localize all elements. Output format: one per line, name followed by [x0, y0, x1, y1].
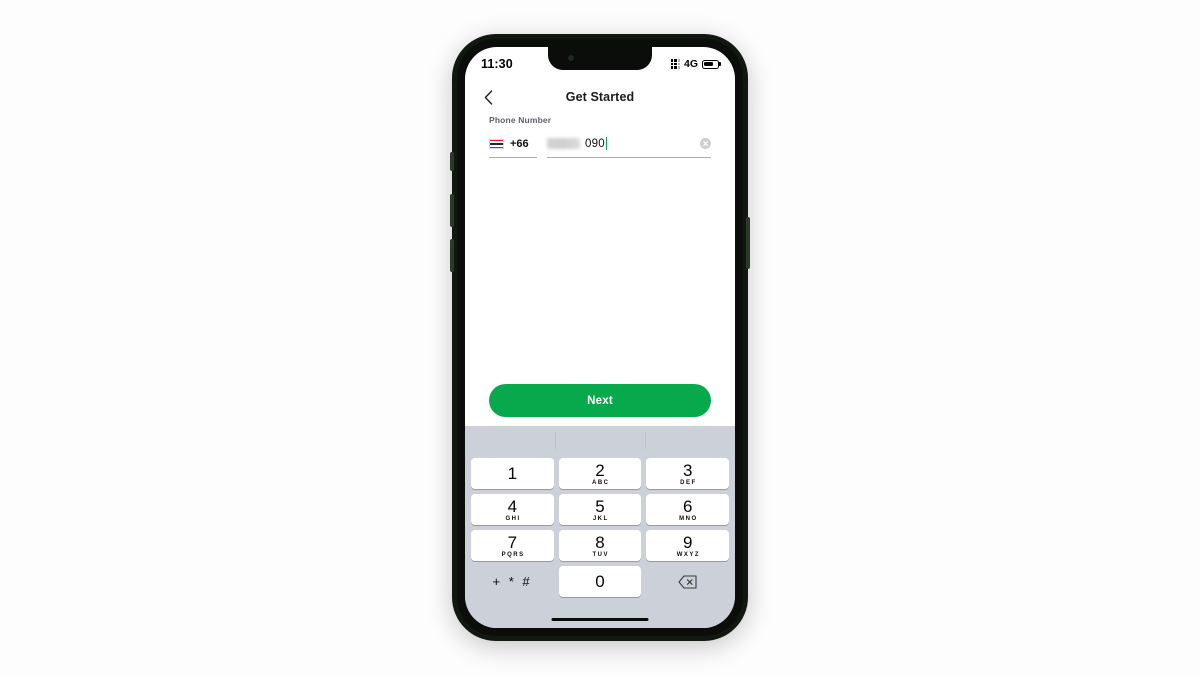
key-3[interactable]: 3 DEF	[646, 458, 730, 489]
key-6[interactable]: 6 MNO	[646, 494, 730, 525]
key-letters: ABC	[592, 479, 610, 486]
key-letters: GHI	[505, 515, 521, 522]
key-digit: 4	[507, 496, 518, 516]
silent-switch-button[interactable]	[450, 152, 454, 171]
keypad-row: 1 2 ABC 3 DEF	[468, 458, 732, 489]
key-digit: 8	[595, 532, 605, 552]
key-digit: 9	[682, 532, 693, 552]
notch	[548, 47, 652, 70]
page-title: Get Started	[565, 90, 635, 104]
predictive-divider	[555, 432, 556, 449]
front-camera-icon	[568, 55, 574, 61]
key-letters: DEF	[680, 479, 697, 486]
keypad: 1 2 ABC 3 DEF 4 GHI 5 JKL 6 MNO 7 PQRS 8…	[465, 455, 735, 597]
key-8[interactable]: 8 TUV	[558, 530, 642, 561]
phone-number-label: Phone Number	[489, 115, 552, 125]
navigation-bar: Get Started	[465, 79, 735, 115]
key-digit: 7	[507, 532, 518, 552]
clear-circle-icon[interactable]	[700, 138, 711, 149]
key-letters: JKL	[592, 515, 609, 522]
key-symbols[interactable]: + * #	[471, 566, 554, 597]
home-indicator	[551, 617, 649, 621]
key-letters: PQRS	[501, 551, 525, 558]
battery-icon	[702, 59, 721, 69]
keypad-row: + * # 0	[468, 566, 732, 597]
numeric-keyboard: 1 2 ABC 3 DEF 4 GHI 5 JKL 6 MNO 7 PQRS 8…	[465, 426, 735, 628]
status-indicators: 4G	[670, 56, 721, 70]
backspace-icon[interactable]	[646, 566, 729, 597]
chevron-left-icon[interactable]	[477, 86, 499, 108]
key-1[interactable]: 1	[471, 458, 554, 489]
predictive-divider	[645, 432, 646, 449]
key-digit: 6	[682, 496, 693, 516]
power-button[interactable]	[746, 217, 750, 269]
battery-fill	[704, 61, 713, 67]
keypad-row: 7 PQRS 8 TUV 9 WXYZ	[468, 530, 732, 561]
key-letters: TUV	[592, 551, 609, 558]
phone-number-input[interactable]: 090	[547, 137, 711, 158]
country-code-selector[interactable]: +66	[489, 138, 537, 158]
key-letters: MNO	[679, 515, 698, 522]
screenshot-canvas: 11:30 4G Get Started Phone Number +66 09…	[0, 0, 1200, 675]
key-9[interactable]: 9 WXYZ	[646, 530, 730, 561]
redacted-digits	[547, 138, 580, 149]
key-7[interactable]: 7 PQRS	[471, 530, 554, 561]
phone-device-frame: 11:30 4G Get Started Phone Number +66 09…	[450, 34, 750, 641]
key-2[interactable]: 2 ABC	[558, 458, 642, 489]
key-digit: 1	[507, 464, 518, 483]
key-digit: 3	[682, 460, 693, 480]
key-digit: 2	[595, 460, 605, 480]
thailand-flag-icon	[489, 139, 504, 149]
battery-cap	[719, 62, 721, 66]
country-code-value: +66	[510, 138, 529, 150]
keypad-row: 4 GHI 5 JKL 6 MNO	[468, 494, 732, 525]
phone-input-row: +66 090	[489, 137, 711, 158]
key-digit: 5	[595, 496, 605, 516]
key-symbols-label: + * #	[492, 574, 533, 589]
key-letters: WXYZ	[676, 551, 701, 558]
network-type-label: 4G	[683, 58, 698, 70]
predictive-text-bar[interactable]	[465, 426, 735, 455]
key-digit: 0	[595, 572, 605, 591]
phone-number-form: Phone Number +66 090	[465, 115, 735, 158]
key-0[interactable]: 0	[558, 566, 642, 597]
phone-screen: 11:30 4G Get Started Phone Number +66 09…	[465, 47, 735, 628]
volume-down-button[interactable]	[450, 239, 454, 272]
phone-number-value: 090	[585, 137, 605, 150]
signal-dots-icon	[670, 59, 680, 69]
key-4[interactable]: 4 GHI	[471, 494, 554, 525]
text-caret	[605, 137, 608, 150]
volume-up-button[interactable]	[450, 194, 454, 227]
key-5[interactable]: 5 JKL	[558, 494, 642, 525]
next-button[interactable]: Next	[489, 384, 711, 417]
status-time: 11:30	[481, 57, 513, 71]
